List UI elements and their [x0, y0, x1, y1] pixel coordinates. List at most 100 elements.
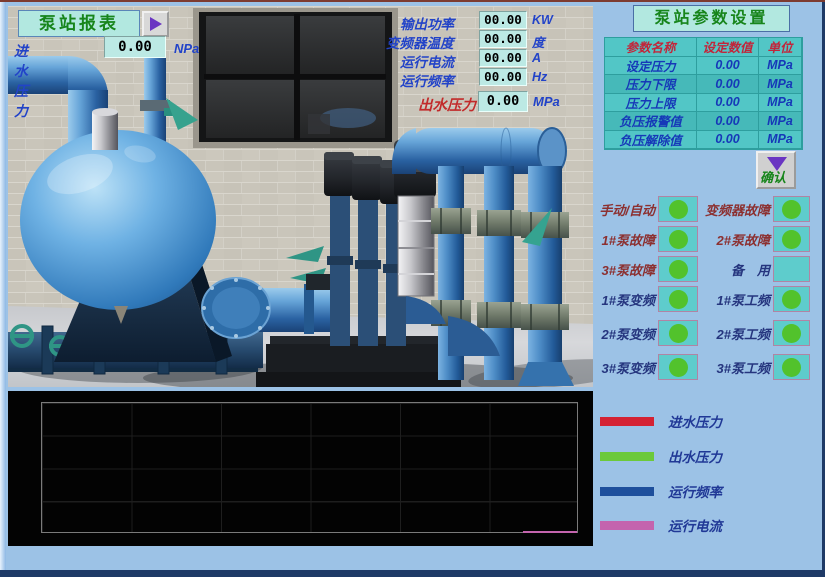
status-row: 2#泵变频 2#泵工频 [596, 320, 814, 347]
legend-item: 运行电流 [600, 515, 722, 535]
param-name: 负压报警值 [605, 112, 697, 131]
status-label: 3#泵故障 [596, 260, 655, 279]
status-label: 1#泵故障 [596, 230, 655, 249]
param-value[interactable]: 0.00 [697, 57, 759, 76]
reading-label: 运行频率 [400, 70, 454, 90]
column-header: 设定数值 [697, 38, 759, 57]
status-label: 2#泵工频 [700, 324, 770, 343]
status-label: 2#泵变频 [596, 324, 655, 343]
tank-sphere [20, 130, 216, 310]
report-play-button[interactable] [142, 11, 169, 37]
status-row: 3#泵变频 3#泵工频 [596, 354, 814, 381]
legend-swatch [600, 521, 654, 530]
legend-item: 进水压力 [600, 411, 722, 431]
play-triangle-icon [150, 17, 162, 31]
window [193, 8, 398, 148]
lamp-on-icon [782, 230, 801, 249]
param-unit: MPa [759, 57, 802, 76]
lamp-on-icon [669, 200, 688, 219]
status-row: 1#泵变频 1#泵工频 [596, 286, 814, 313]
param-unit: MPa [759, 131, 802, 150]
reading-unit: Hz [532, 70, 547, 84]
inlet-pressure-unit: NPa [174, 41, 199, 56]
settings-table: 参数名称 设定数值 单位 设定压力 0.00 MPa 压力下限 0.00 MPa… [604, 37, 803, 150]
param-value[interactable]: 0.00 [697, 112, 759, 131]
status-indicator [773, 196, 810, 222]
confirm-label: 确认 [760, 167, 786, 186]
status-indicator [773, 256, 810, 282]
status-indicator [658, 354, 698, 380]
column-header: 参数名称 [605, 38, 697, 57]
inlet-pressure-value: 0.00 [104, 36, 166, 58]
settings-panel-title: 泵站参数设置 [633, 5, 790, 32]
param-name: 设定压力 [605, 57, 697, 76]
reading-unit: 度 [532, 32, 545, 51]
legend-label: 运行电流 [668, 515, 722, 535]
param-value[interactable]: 0.00 [697, 75, 759, 94]
status-indicator [773, 286, 810, 312]
reading-unit: KW [532, 13, 553, 27]
outlet-pressure-unit: MPa [533, 94, 560, 109]
status-label: 变频器故障 [700, 200, 770, 219]
param-unit: MPa [759, 94, 802, 113]
status-row: 手动/自动 变频器故障 [596, 196, 814, 223]
confirm-button[interactable]: 确认 [756, 151, 796, 189]
hmi-main-screen: 泵站报表 进水压力 0.00 NPa 输出功率 00.00 KW 变频器温度 0… [0, 0, 825, 577]
status-indicator [773, 354, 810, 380]
status-indicator [658, 320, 698, 346]
running-current-trace [523, 531, 577, 533]
reading-label: 运行电流 [400, 51, 454, 71]
reading-value: 00.00 [479, 68, 527, 86]
reading-label: 输出功率 [400, 13, 454, 33]
report-button[interactable]: 泵站报表 [18, 10, 140, 37]
status-label: 手动/自动 [596, 200, 655, 219]
lamp-on-icon [669, 230, 688, 249]
legend-label: 运行频率 [668, 481, 722, 501]
trend-chart [8, 391, 593, 546]
param-name: 负压解除值 [605, 131, 697, 150]
param-unit: MPa [759, 75, 802, 94]
status-row: 3#泵故障 备 用 [596, 256, 814, 283]
lamp-on-icon [782, 324, 801, 343]
status-indicator [658, 256, 698, 282]
status-label: 1#泵变频 [596, 290, 655, 309]
inlet-pressure-label: 进水压力 [14, 41, 28, 121]
status-row: 1#泵故障 2#泵故障 [596, 226, 814, 253]
status-indicator [658, 286, 698, 312]
lamp-on-icon [782, 290, 801, 309]
status-indicator [658, 226, 698, 252]
reading-value: 00.00 [479, 30, 527, 48]
column-header: 单位 [759, 38, 802, 57]
legend-swatch [600, 452, 654, 461]
lamp-on-icon [782, 358, 801, 377]
status-indicator [773, 320, 810, 346]
tank-top-fitting [92, 112, 118, 150]
param-name: 压力下限 [605, 75, 697, 94]
status-label: 3#泵工频 [700, 358, 770, 377]
legend-item: 运行频率 [600, 481, 722, 501]
lamp-on-icon [669, 324, 688, 343]
reading-value: 00.00 [479, 49, 527, 67]
trend-plot-area [41, 402, 578, 533]
legend-swatch [600, 417, 654, 426]
param-unit: MPa [759, 112, 802, 131]
param-value[interactable]: 0.00 [697, 94, 759, 113]
frame-left-edge [0, 2, 6, 577]
outlet-pressure-label: 出水压力 [418, 94, 476, 115]
param-name: 压力上限 [605, 94, 697, 113]
reading-value: 00.00 [479, 11, 527, 29]
reading-label: 变频器温度 [386, 32, 454, 52]
legend-swatch [600, 487, 654, 496]
legend-label: 出水压力 [668, 446, 722, 466]
status-label: 备 用 [700, 260, 770, 279]
legend-label: 进水压力 [668, 411, 722, 431]
status-indicator [773, 226, 810, 252]
lamp-on-icon [669, 290, 688, 309]
status-label: 3#泵变频 [596, 358, 655, 377]
frame-bottom-edge [0, 570, 825, 577]
param-value[interactable]: 0.00 [697, 131, 759, 150]
status-label: 2#泵故障 [700, 230, 770, 249]
legend-item: 出水压力 [600, 446, 722, 466]
lamp-on-icon [669, 260, 688, 279]
outlet-pressure-value: 0.00 [478, 91, 528, 112]
